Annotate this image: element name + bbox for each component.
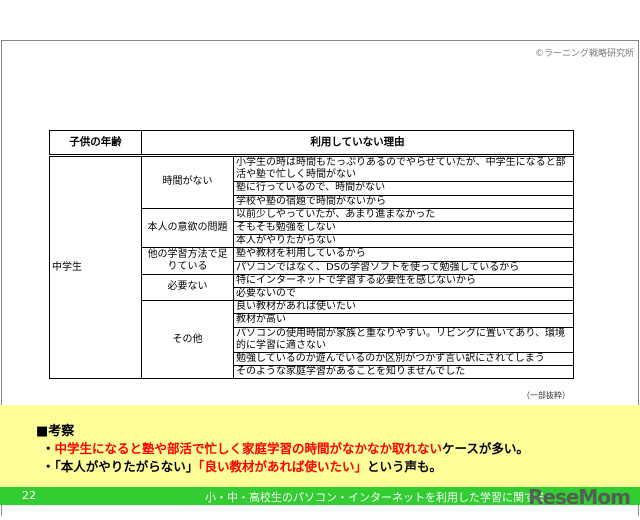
reason-cell: パソコンではなく、DSの学習ソフトを使って勉強しているから xyxy=(233,260,574,275)
text: ・「本人がやりたがらない」 xyxy=(42,459,199,474)
category-cell: 必要ない xyxy=(141,273,234,302)
reason-cell: そもそも勉強をしない xyxy=(233,221,574,236)
table-row: 中学生 時間がない 小学生の時は時間もたっぷりあるのでやらせていたが、中学生になると… xyxy=(49,154,574,380)
bullet: ・ xyxy=(42,441,55,456)
reason-cell: 塾に行っているので、時間がない xyxy=(233,181,574,196)
reason-cell: 良い教材があれば使いたい xyxy=(233,300,574,315)
reason-cell: 学校や塾の宿題で時間がないから xyxy=(233,194,574,209)
reason-cell: 勉強しているのか遊んでいるのか区別がつかず言い訳にされてしまう xyxy=(233,352,574,367)
summary-line-1: ・中学生になると塾や部活で忙しく家庭学習の時間がなかなか取れないケースが多い。 xyxy=(42,438,529,457)
reason-cell: 特にインターネットで学習する必要性を感じないから xyxy=(233,273,574,289)
reason-cell: 塾や教材を利用しているから xyxy=(233,247,574,262)
summary-heading: ■考察 xyxy=(36,424,75,439)
highlight: 中学生になると塾や部活で忙しく家庭学習の時間がなかなか取れない xyxy=(54,441,443,456)
reason-cell: 教材が高い xyxy=(233,313,574,328)
category-cell: 他の学習方法で足りている xyxy=(141,247,234,275)
excerpt-note: （一部抜粋） xyxy=(522,391,570,400)
category-cell: 時間がない xyxy=(141,155,234,209)
summary-line-2: ・「本人がやりたがらない」「良い教材があれば使いたい」という声も。 xyxy=(42,456,442,475)
reason-cell: 以前少しやっていたが、あまり進まなかった xyxy=(233,207,574,223)
resemom-logo: ReseMom xyxy=(528,485,631,509)
reason-cell: そのような家庭学習があることを知りませんでした xyxy=(233,365,574,380)
copyright: ©ラーニング戦略研究所 xyxy=(534,49,634,59)
reason-cell: パソコンの使用時間が家族と重なりやすい。リビングに置いてあり、環境的に学習に適さ… xyxy=(233,326,574,354)
highlight: 「良い教材があれば使いたい」 xyxy=(198,459,368,474)
page-number: 22 xyxy=(22,489,36,502)
footer-title: 小・中・高校生のパソコン・インターネットを利用した学習に関する xyxy=(205,491,546,504)
text: という声も。 xyxy=(367,459,443,474)
header-reason: 利用していない理由 xyxy=(141,130,574,157)
reason-cell: 本人がやりたがらない xyxy=(233,234,574,249)
header-age: 子供の年齢 xyxy=(49,130,142,157)
category-cell: 本人の意欲の問題 xyxy=(141,207,234,249)
reason-cell: 必要ないので xyxy=(233,287,574,302)
reason-cell: 小学生の時は時間もたっぷりあるのでやらせていたが、中学生になると部活や塾で忙しく… xyxy=(233,154,574,183)
text: ケースが多い。 xyxy=(442,441,529,456)
category-cell: その他 xyxy=(141,300,234,380)
age-cell: 中学生 xyxy=(49,154,142,380)
reasons-table: 子供の年齢 利用していない理由 中学生 時間がない 小学生の時は時間もたっぷりあるの… xyxy=(49,130,574,380)
